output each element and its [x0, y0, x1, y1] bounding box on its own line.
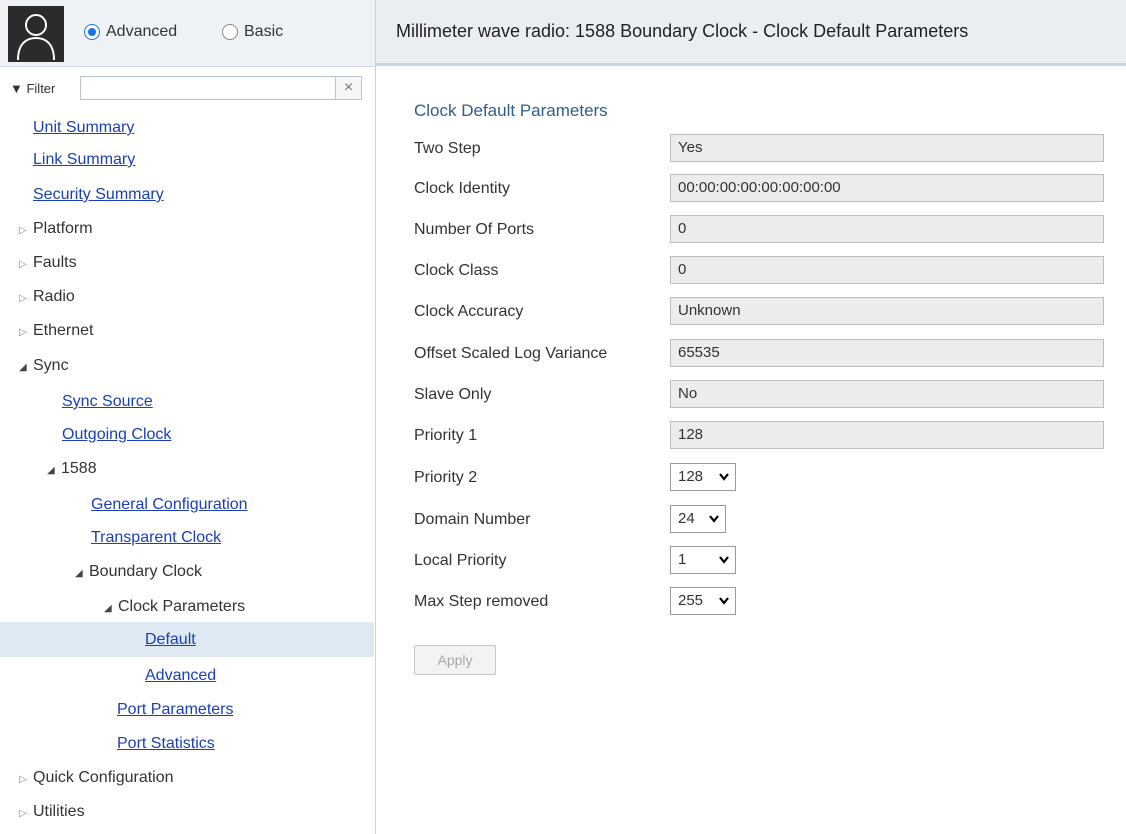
nav-link[interactable]: Link Summary — [33, 151, 135, 168]
nav-item-ethernet[interactable]: ▷ Ethernet — [0, 315, 393, 347]
nav-label: Radio — [33, 288, 75, 305]
nav-label: Sync — [33, 357, 69, 374]
nav-item-faults[interactable]: ▷ Faults — [0, 247, 393, 279]
nav-item-quick-configuration[interactable]: ▷ Quick Configuration — [0, 762, 393, 794]
nav-item-link-summary[interactable]: Link Summary — [0, 144, 407, 176]
nav-link[interactable]: Port Statistics — [117, 735, 215, 752]
priority-2-select[interactable]: 128 — [670, 463, 736, 491]
field-label: Clock Accuracy — [414, 303, 524, 320]
nav-item-outgoing-clock[interactable]: Outgoing Clock — [0, 419, 436, 451]
nav-item-radio[interactable]: ▷ Radio — [0, 281, 393, 313]
field-label: Offset Scaled Log Variance — [414, 345, 608, 362]
nav-item-security-summary[interactable]: Security Summary — [0, 179, 407, 211]
nav-label: Faults — [33, 254, 77, 271]
collapsed-triangle-icon: ▷ — [19, 774, 27, 785]
nav-link[interactable]: Transparent Clock — [91, 529, 221, 546]
expanded-triangle-icon: ◢ — [19, 362, 27, 373]
collapsed-triangle-icon: ▷ — [19, 259, 27, 270]
nav-link[interactable]: Sync Source — [62, 393, 153, 410]
nav-label: Boundary Clock — [89, 563, 202, 580]
nav-item-sync-source[interactable]: Sync Source — [0, 386, 436, 418]
field-label: Clock Class — [414, 262, 499, 279]
nav-item-1588[interactable]: ◢ 1588 — [0, 453, 421, 485]
nav-link[interactable]: Advanced — [145, 667, 216, 684]
clear-filter-icon[interactable]: × — [336, 76, 362, 100]
field-label: Clock Identity — [414, 180, 511, 197]
select-value: 1 — [678, 551, 687, 568]
field-label: Max Step removed — [414, 593, 549, 610]
expanded-triangle-icon: ◢ — [47, 465, 55, 476]
advanced-radio[interactable] — [84, 24, 100, 40]
filter-bar: ▼ Filter × — [4, 74, 370, 104]
nav-label: Clock Parameters — [118, 598, 246, 615]
nav-item-sync[interactable]: ◢ Sync — [0, 350, 393, 382]
nav-link[interactable]: Unit Summary — [33, 119, 134, 136]
local-priority-select[interactable]: 1 — [670, 546, 736, 574]
chevron-down-icon — [708, 506, 720, 541]
field-label: Local Priority — [414, 552, 507, 569]
select-value: 255 — [678, 592, 704, 609]
section-title: Clock Default Parameters — [414, 101, 608, 120]
nav-item-default[interactable]: Default — [0, 622, 374, 657]
filter-toggle[interactable]: ▼ Filter — [10, 81, 55, 96]
chevron-down-icon — [718, 464, 730, 499]
nav-item-utilities[interactable]: ▷ Utilities — [0, 796, 393, 828]
slave-only-value: No — [670, 380, 1104, 408]
page-title: Millimeter wave radio: 1588 Boundary Clo… — [376, 0, 1126, 66]
nav-link[interactable]: Port Parameters — [117, 701, 233, 718]
navigation-panel: Advanced Basic ▼ Filter × Unit Summary L… — [0, 0, 376, 834]
nav-label: Ethernet — [33, 322, 94, 339]
collapsed-triangle-icon: ▷ — [19, 327, 27, 338]
field-label: Two Step — [414, 140, 481, 157]
nav-link[interactable]: General Configuration — [91, 496, 248, 513]
field-label: Domain Number — [414, 511, 531, 528]
select-value: 24 — [678, 510, 695, 527]
field-label: Priority 2 — [414, 469, 478, 486]
mode-advanced-option[interactable]: Advanced — [84, 23, 177, 41]
basic-label: Basic — [244, 23, 284, 40]
priority-1-value: 128 — [670, 421, 1104, 449]
clock-identity-value: 00:00:00:00:00:00:00:00 — [670, 174, 1104, 202]
filter-input[interactable] — [80, 76, 336, 100]
field-label: Priority 1 — [414, 427, 478, 444]
select-value: 128 — [678, 468, 704, 485]
basic-radio[interactable] — [222, 24, 238, 40]
nav-item-unit-summary[interactable]: Unit Summary — [0, 112, 407, 144]
collapsed-triangle-icon: ▷ — [19, 225, 27, 236]
advanced-label: Advanced — [106, 23, 178, 40]
mode-basic-option[interactable]: Basic — [222, 23, 283, 41]
collapsed-triangle-icon: ▷ — [19, 293, 27, 304]
domain-number-select[interactable]: 24 — [670, 505, 726, 533]
nav-link[interactable]: Security Summary — [33, 186, 164, 203]
expanded-triangle-icon: ◢ — [75, 568, 83, 579]
number-of-ports-value: 0 — [670, 215, 1104, 243]
apply-button[interactable]: Apply — [414, 645, 496, 675]
nav-label: Platform — [33, 220, 93, 237]
clock-accuracy-value: Unknown — [670, 297, 1104, 325]
mode-header: Advanced Basic — [0, 0, 375, 67]
clock-class-value: 0 — [670, 256, 1104, 284]
nav-item-platform[interactable]: ▷ Platform — [0, 213, 393, 245]
chevron-down-icon — [718, 588, 730, 623]
offset-scaled-log-variance-value: 65535 — [670, 339, 1104, 367]
field-label: Number Of Ports — [414, 221, 535, 238]
collapsed-triangle-icon: ▷ — [19, 808, 27, 819]
nav-label: Utilities — [33, 803, 85, 820]
max-step-removed-select[interactable]: 255 — [670, 587, 736, 615]
content-panel: Millimeter wave radio: 1588 Boundary Clo… — [376, 0, 1126, 834]
nav-label: Quick Configuration — [33, 769, 174, 786]
expanded-triangle-icon: ◢ — [104, 603, 112, 614]
nav-link[interactable]: Outgoing Clock — [62, 426, 171, 443]
chevron-down-icon — [718, 547, 730, 582]
nav-label: 1588 — [61, 460, 97, 477]
two-step-value: Yes — [670, 134, 1104, 162]
field-label: Slave Only — [414, 386, 492, 403]
nav-link[interactable]: Default — [0, 631, 196, 648]
user-icon[interactable] — [8, 6, 64, 62]
